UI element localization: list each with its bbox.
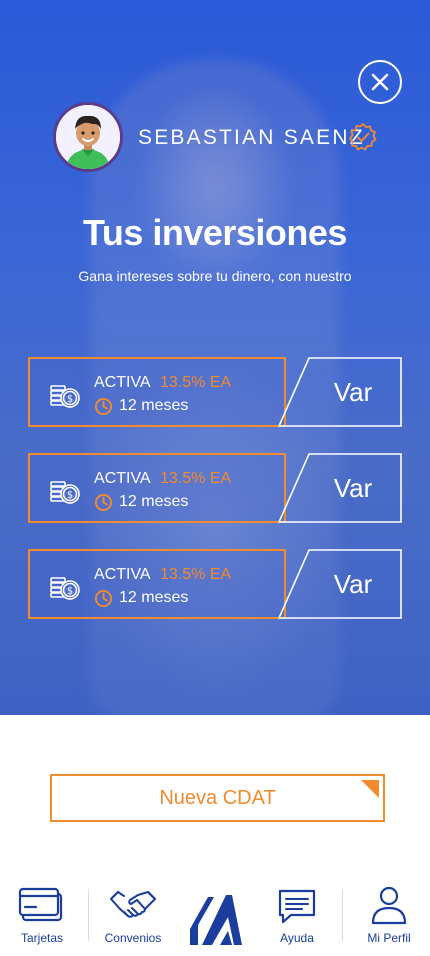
svg-text:$: $ <box>67 586 73 597</box>
card-icon <box>18 887 63 922</box>
nav-item-mi-perfil[interactable]: Mi Perfil <box>360 885 418 945</box>
nav-label: Ayuda <box>280 931 314 945</box>
nav-item-ayuda[interactable]: Ayuda <box>272 885 322 945</box>
investment-term: 12 meses <box>119 589 189 606</box>
nav-label: Convenios <box>104 931 162 945</box>
investment-status: ACTIVA <box>94 566 151 583</box>
investment-status: ACTIVA <box>94 470 151 487</box>
nav-item-convenios[interactable]: Convenios <box>100 885 166 945</box>
hero-banner: SEBASTIAN SAENZ Tus inversiones Gana int… <box>0 0 430 715</box>
corner-accent <box>361 780 379 798</box>
brand-logo[interactable] <box>182 883 248 947</box>
investment-rate: 13.5% EA <box>160 470 232 487</box>
investment-card[interactable]: $ ACTIVA 13.5% EA 12 meses <box>28 549 286 619</box>
investment-row: $ ACTIVA 13.5% EA 12 meses Var <box>28 453 402 523</box>
page-subtitle: Gana intereses sobre tu dinero, con nues… <box>78 268 352 284</box>
investment-row: $ ACTIVA 13.5% EA 12 meses Var <box>28 549 402 619</box>
avatar-illustration <box>56 105 120 169</box>
close-button[interactable] <box>358 60 402 104</box>
investment-rate: 13.5% EA <box>160 566 232 583</box>
var-button[interactable]: Var <box>278 357 402 427</box>
user-name: SEBASTIAN SAENZ <box>138 126 365 149</box>
var-button-label: Var <box>333 568 373 599</box>
coins-icon: $ <box>50 385 80 408</box>
investment-status: ACTIVA <box>94 374 151 391</box>
close-icon <box>371 73 389 91</box>
investment-card[interactable]: $ ACTIVA 13.5% EA 12 meses <box>28 453 286 523</box>
new-cdat-button[interactable]: Nueva CDAT <box>50 774 385 822</box>
avatar[interactable] <box>53 102 123 172</box>
svg-text:$: $ <box>67 394 73 405</box>
investment-card[interactable]: $ ACTIVA 13.5% EA 12 meses <box>28 357 286 427</box>
investment-term: 12 meses <box>119 397 189 414</box>
user-icon <box>371 886 407 925</box>
clock-icon <box>94 397 113 416</box>
var-button-label: Var <box>333 376 373 407</box>
investment-rate: 13.5% EA <box>160 374 232 391</box>
svg-text:$: $ <box>67 490 73 501</box>
nav-label: Mi Perfil <box>367 931 411 945</box>
clock-icon <box>94 589 113 608</box>
verified-badge-icon <box>349 123 377 151</box>
nav-item-tarjetas[interactable]: Tarjetas <box>14 885 70 945</box>
var-button-label: Var <box>333 472 373 503</box>
coins-icon: $ <box>50 481 80 504</box>
new-cdat-label: Nueva CDAT <box>159 786 276 809</box>
handshake-icon <box>110 891 156 918</box>
bottom-nav: Tarjetas Convenios Ayuda Mi Perfil <box>0 875 430 956</box>
page-title: Tus inversiones <box>83 212 347 253</box>
coins-icon: $ <box>50 577 80 600</box>
chat-icon <box>278 889 316 924</box>
investment-term: 12 meses <box>119 493 189 510</box>
nav-divider <box>88 889 89 941</box>
nav-divider <box>342 889 343 941</box>
investment-row: $ ACTIVA 13.5% EA 12 meses Var <box>28 357 402 427</box>
var-button[interactable]: Var <box>278 453 402 523</box>
var-button[interactable]: Var <box>278 549 402 619</box>
clock-icon <box>94 493 113 512</box>
nav-label: Tarjetas <box>20 931 64 945</box>
